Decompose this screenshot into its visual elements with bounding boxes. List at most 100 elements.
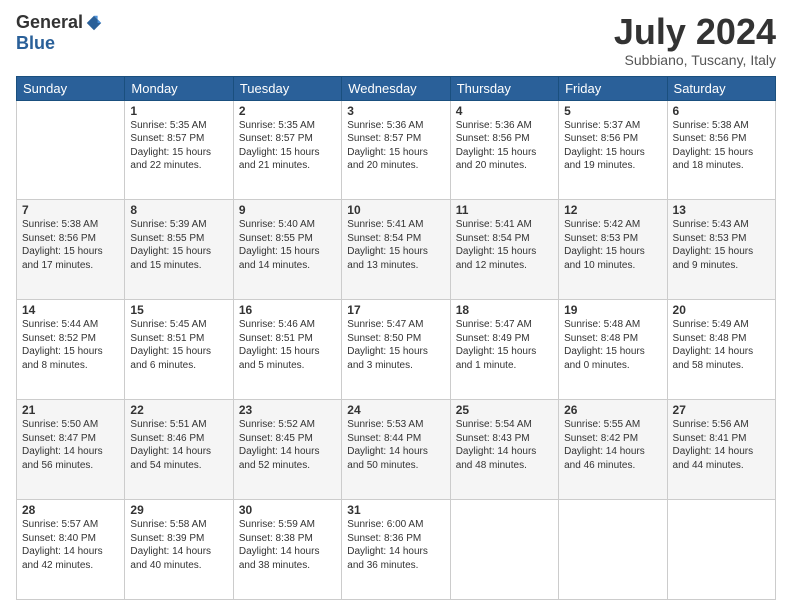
logo-general-text: General <box>16 12 83 33</box>
calendar-week-row: 14Sunrise: 5:44 AMSunset: 8:52 PMDayligh… <box>17 300 776 400</box>
day-info: Sunrise: 5:42 AMSunset: 8:53 PMDaylight:… <box>564 218 661 272</box>
day-number: 5 <box>564 104 661 118</box>
day-info: Sunrise: 5:41 AMSunset: 8:54 PMDaylight:… <box>347 218 444 272</box>
weekday-header-saturday: Saturday <box>667 76 775 100</box>
day-number: 19 <box>564 303 661 317</box>
day-number: 2 <box>239 104 336 118</box>
day-info: Sunrise: 5:54 AMSunset: 8:43 PMDaylight:… <box>456 418 553 472</box>
calendar-cell <box>667 500 775 600</box>
calendar-cell: 29Sunrise: 5:58 AMSunset: 8:39 PMDayligh… <box>125 500 233 600</box>
day-number: 6 <box>673 104 770 118</box>
day-number: 13 <box>673 203 770 217</box>
calendar-cell <box>559 500 667 600</box>
day-info: Sunrise: 5:36 AMSunset: 8:57 PMDaylight:… <box>347 119 444 173</box>
calendar-cell: 26Sunrise: 5:55 AMSunset: 8:42 PMDayligh… <box>559 400 667 500</box>
calendar-cell: 10Sunrise: 5:41 AMSunset: 8:54 PMDayligh… <box>342 200 450 300</box>
calendar-cell: 9Sunrise: 5:40 AMSunset: 8:55 PMDaylight… <box>233 200 341 300</box>
calendar-cell: 18Sunrise: 5:47 AMSunset: 8:49 PMDayligh… <box>450 300 558 400</box>
calendar-cell: 21Sunrise: 5:50 AMSunset: 8:47 PMDayligh… <box>17 400 125 500</box>
logo: General Blue <box>16 12 103 54</box>
calendar-cell: 5Sunrise: 5:37 AMSunset: 8:56 PMDaylight… <box>559 100 667 200</box>
day-number: 29 <box>130 503 227 517</box>
weekday-header-monday: Monday <box>125 76 233 100</box>
header: General Blue July 2024 Subbiano, Tuscany… <box>16 12 776 68</box>
day-info: Sunrise: 5:38 AMSunset: 8:56 PMDaylight:… <box>673 119 770 173</box>
day-number: 30 <box>239 503 336 517</box>
logo-blue-text: Blue <box>16 33 55 54</box>
day-number: 9 <box>239 203 336 217</box>
day-info: Sunrise: 5:53 AMSunset: 8:44 PMDaylight:… <box>347 418 444 472</box>
calendar-cell: 7Sunrise: 5:38 AMSunset: 8:56 PMDaylight… <box>17 200 125 300</box>
day-info: Sunrise: 5:35 AMSunset: 8:57 PMDaylight:… <box>130 119 227 173</box>
day-info: Sunrise: 5:55 AMSunset: 8:42 PMDaylight:… <box>564 418 661 472</box>
calendar-week-row: 7Sunrise: 5:38 AMSunset: 8:56 PMDaylight… <box>17 200 776 300</box>
day-info: Sunrise: 5:58 AMSunset: 8:39 PMDaylight:… <box>130 518 227 572</box>
day-number: 12 <box>564 203 661 217</box>
calendar-cell: 24Sunrise: 5:53 AMSunset: 8:44 PMDayligh… <box>342 400 450 500</box>
day-number: 21 <box>22 403 119 417</box>
calendar-week-row: 1Sunrise: 5:35 AMSunset: 8:57 PMDaylight… <box>17 100 776 200</box>
calendar-cell: 1Sunrise: 5:35 AMSunset: 8:57 PMDaylight… <box>125 100 233 200</box>
weekday-header-friday: Friday <box>559 76 667 100</box>
calendar-cell: 23Sunrise: 5:52 AMSunset: 8:45 PMDayligh… <box>233 400 341 500</box>
day-number: 20 <box>673 303 770 317</box>
calendar-cell: 15Sunrise: 5:45 AMSunset: 8:51 PMDayligh… <box>125 300 233 400</box>
calendar-cell: 12Sunrise: 5:42 AMSunset: 8:53 PMDayligh… <box>559 200 667 300</box>
day-info: Sunrise: 5:37 AMSunset: 8:56 PMDaylight:… <box>564 119 661 173</box>
calendar-cell: 6Sunrise: 5:38 AMSunset: 8:56 PMDaylight… <box>667 100 775 200</box>
day-number: 15 <box>130 303 227 317</box>
weekday-header-thursday: Thursday <box>450 76 558 100</box>
day-number: 26 <box>564 403 661 417</box>
calendar-cell: 25Sunrise: 5:54 AMSunset: 8:43 PMDayligh… <box>450 400 558 500</box>
calendar-cell: 27Sunrise: 5:56 AMSunset: 8:41 PMDayligh… <box>667 400 775 500</box>
day-number: 11 <box>456 203 553 217</box>
day-number: 3 <box>347 104 444 118</box>
calendar-week-row: 21Sunrise: 5:50 AMSunset: 8:47 PMDayligh… <box>17 400 776 500</box>
day-info: Sunrise: 5:40 AMSunset: 8:55 PMDaylight:… <box>239 218 336 272</box>
day-info: Sunrise: 5:57 AMSunset: 8:40 PMDaylight:… <box>22 518 119 572</box>
day-info: Sunrise: 5:45 AMSunset: 8:51 PMDaylight:… <box>130 318 227 372</box>
calendar-cell: 3Sunrise: 5:36 AMSunset: 8:57 PMDaylight… <box>342 100 450 200</box>
day-info: Sunrise: 5:43 AMSunset: 8:53 PMDaylight:… <box>673 218 770 272</box>
day-number: 25 <box>456 403 553 417</box>
day-info: Sunrise: 5:35 AMSunset: 8:57 PMDaylight:… <box>239 119 336 173</box>
calendar-cell <box>17 100 125 200</box>
day-info: Sunrise: 5:59 AMSunset: 8:38 PMDaylight:… <box>239 518 336 572</box>
day-number: 16 <box>239 303 336 317</box>
calendar-cell: 16Sunrise: 5:46 AMSunset: 8:51 PMDayligh… <box>233 300 341 400</box>
day-number: 27 <box>673 403 770 417</box>
location: Subbiano, Tuscany, Italy <box>614 52 776 68</box>
calendar-cell: 2Sunrise: 5:35 AMSunset: 8:57 PMDaylight… <box>233 100 341 200</box>
day-info: Sunrise: 6:00 AMSunset: 8:36 PMDaylight:… <box>347 518 444 572</box>
day-number: 17 <box>347 303 444 317</box>
weekday-header-sunday: Sunday <box>17 76 125 100</box>
day-info: Sunrise: 5:47 AMSunset: 8:49 PMDaylight:… <box>456 318 553 372</box>
month-year: July 2024 <box>614 12 776 52</box>
calendar-cell: 20Sunrise: 5:49 AMSunset: 8:48 PMDayligh… <box>667 300 775 400</box>
day-info: Sunrise: 5:36 AMSunset: 8:56 PMDaylight:… <box>456 119 553 173</box>
day-info: Sunrise: 5:48 AMSunset: 8:48 PMDaylight:… <box>564 318 661 372</box>
weekday-header-tuesday: Tuesday <box>233 76 341 100</box>
day-info: Sunrise: 5:52 AMSunset: 8:45 PMDaylight:… <box>239 418 336 472</box>
calendar-cell: 8Sunrise: 5:39 AMSunset: 8:55 PMDaylight… <box>125 200 233 300</box>
day-info: Sunrise: 5:51 AMSunset: 8:46 PMDaylight:… <box>130 418 227 472</box>
day-number: 28 <box>22 503 119 517</box>
calendar-cell: 30Sunrise: 5:59 AMSunset: 8:38 PMDayligh… <box>233 500 341 600</box>
title-area: July 2024 Subbiano, Tuscany, Italy <box>614 12 776 68</box>
calendar-cell: 28Sunrise: 5:57 AMSunset: 8:40 PMDayligh… <box>17 500 125 600</box>
calendar-cell: 31Sunrise: 6:00 AMSunset: 8:36 PMDayligh… <box>342 500 450 600</box>
day-number: 18 <box>456 303 553 317</box>
day-info: Sunrise: 5:50 AMSunset: 8:47 PMDaylight:… <box>22 418 119 472</box>
calendar-cell: 22Sunrise: 5:51 AMSunset: 8:46 PMDayligh… <box>125 400 233 500</box>
day-info: Sunrise: 5:38 AMSunset: 8:56 PMDaylight:… <box>22 218 119 272</box>
calendar-cell <box>450 500 558 600</box>
day-number: 8 <box>130 203 227 217</box>
logo-icon <box>85 14 103 32</box>
day-info: Sunrise: 5:41 AMSunset: 8:54 PMDaylight:… <box>456 218 553 272</box>
day-number: 14 <box>22 303 119 317</box>
calendar-cell: 14Sunrise: 5:44 AMSunset: 8:52 PMDayligh… <box>17 300 125 400</box>
calendar-cell: 17Sunrise: 5:47 AMSunset: 8:50 PMDayligh… <box>342 300 450 400</box>
day-info: Sunrise: 5:39 AMSunset: 8:55 PMDaylight:… <box>130 218 227 272</box>
page: General Blue July 2024 Subbiano, Tuscany… <box>0 0 792 612</box>
day-number: 22 <box>130 403 227 417</box>
